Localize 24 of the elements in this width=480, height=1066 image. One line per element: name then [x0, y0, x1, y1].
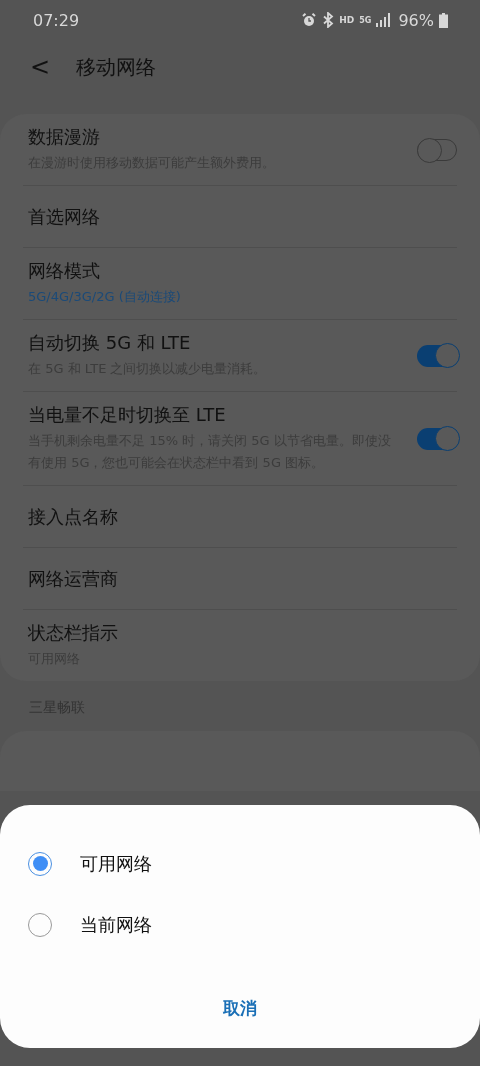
back-button[interactable]: < — [26, 53, 55, 81]
setting-title[interactable]: 状态栏指示 — [28, 621, 118, 645]
setting-title[interactable]: 网络运营商 — [28, 566, 118, 591]
option-label[interactable]: 可用网络 — [80, 851, 152, 876]
bluetooth-icon — [322, 12, 335, 28]
setting-title[interactable]: 首选网络 — [28, 204, 100, 229]
battery-icon — [439, 12, 448, 28]
setting-title[interactable]: 数据漫游 — [28, 125, 275, 149]
hd-label: HD — [339, 15, 355, 25]
setting-subtitle: 5G/4G/3G/2G (自动连接) — [28, 288, 181, 306]
setting-title[interactable]: 当电量不足时切换至 LTE — [28, 403, 398, 427]
page-title: 移动网络 — [76, 53, 157, 81]
setting-title[interactable]: 接入点名称 — [28, 504, 118, 529]
network-type: 5G — [359, 15, 372, 25]
battery-percent: 96% — [398, 10, 434, 30]
setting-title[interactable]: 网络模式 — [28, 259, 181, 283]
cancel-button[interactable]: 取消 — [211, 993, 269, 1024]
toggle-switch[interactable] — [417, 344, 457, 367]
alarm-icon — [301, 12, 318, 28]
option-label[interactable]: 当前网络 — [80, 912, 152, 937]
setting-title[interactable]: 自动切换 5G 和 LTE — [28, 331, 267, 355]
status-time: 07:29 — [33, 10, 80, 30]
toggle-switch[interactable] — [417, 427, 457, 450]
signal-icon — [376, 13, 391, 27]
